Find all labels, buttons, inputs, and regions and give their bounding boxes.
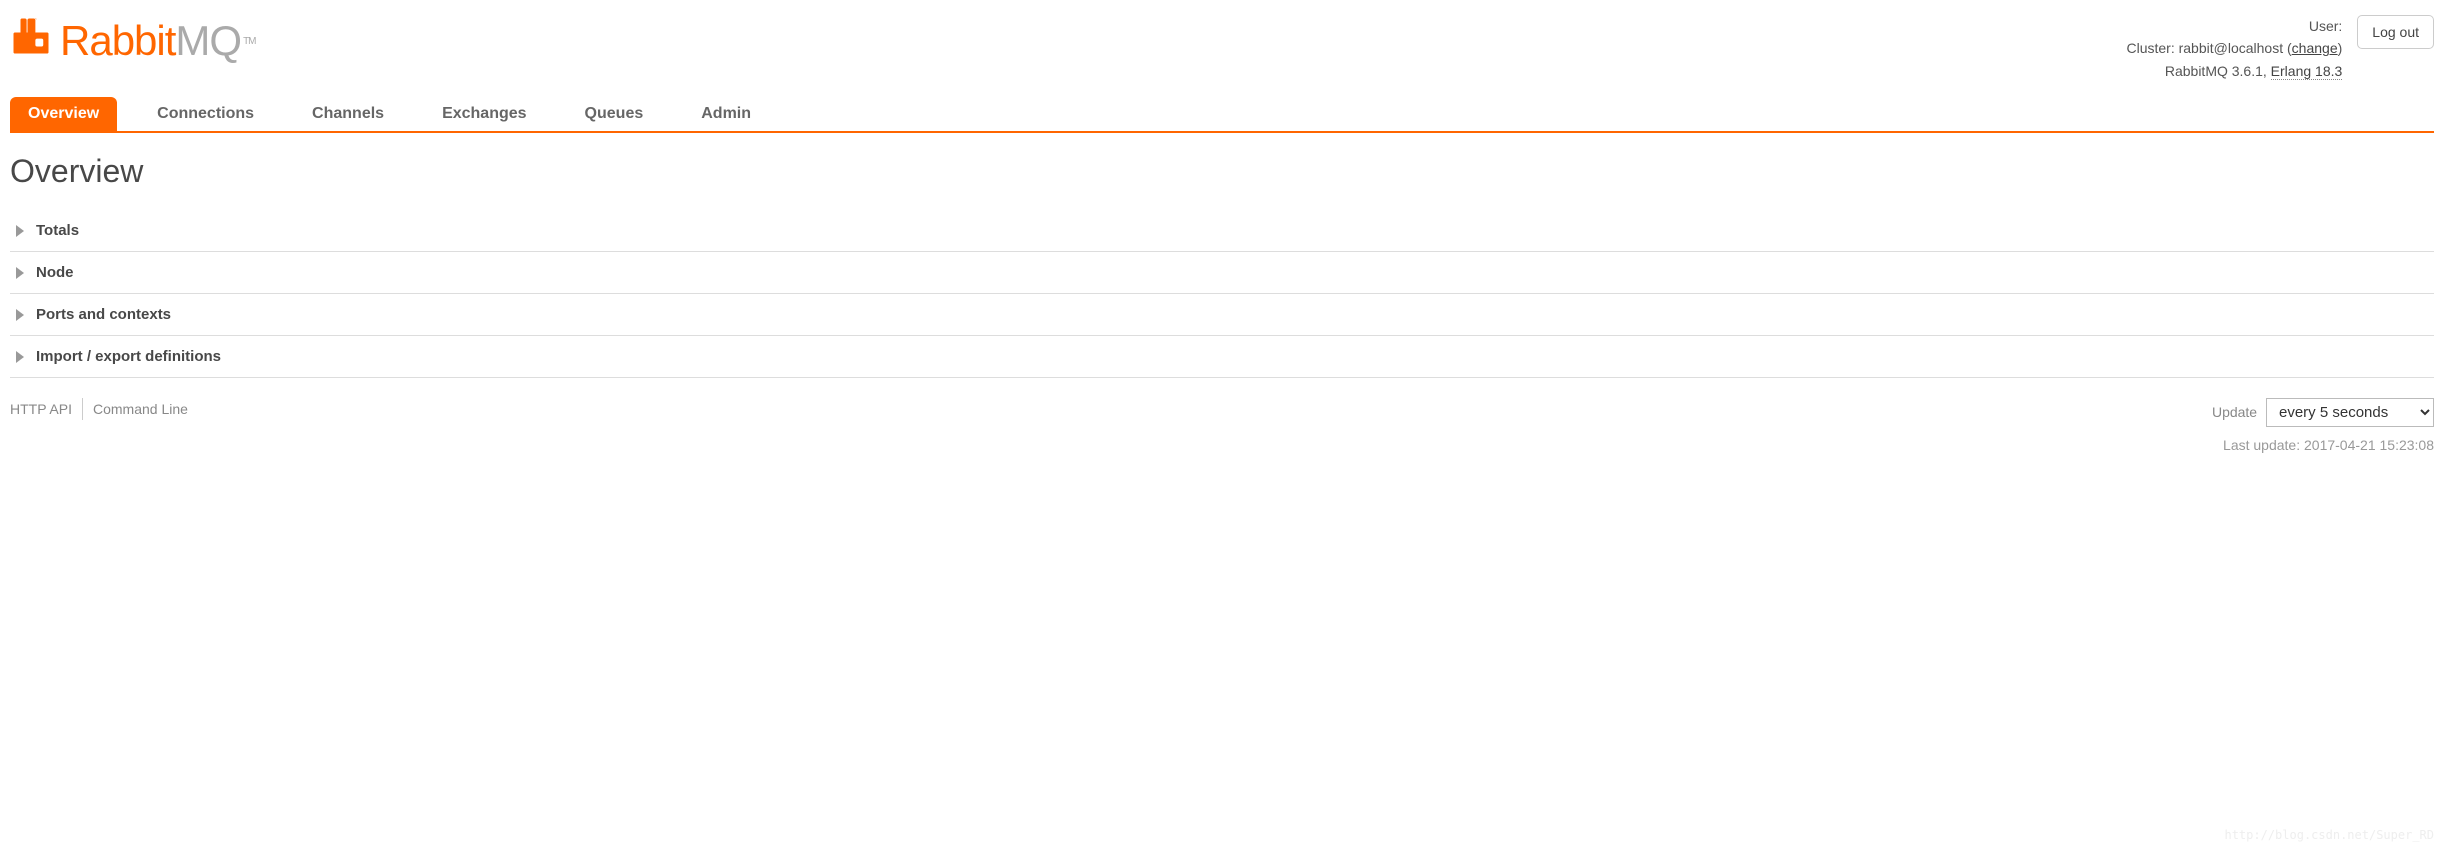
chevron-right-icon [16, 225, 24, 237]
tab-connections[interactable]: Connections [139, 97, 272, 131]
update-interval-select[interactable]: every 5 seconds [2266, 398, 2434, 427]
section-totals[interactable]: Totals [10, 222, 2434, 239]
user-label: User: [2309, 18, 2342, 34]
section-totals-label: Totals [36, 222, 79, 239]
logo-text-mq: MQ [175, 17, 241, 65]
last-update-value: 2017-04-21 15:23:08 [2304, 437, 2434, 453]
chevron-right-icon [16, 309, 24, 321]
version-product: RabbitMQ 3.6.1, [2165, 63, 2267, 79]
section-node[interactable]: Node [10, 264, 2434, 281]
tab-queues[interactable]: Queues [567, 97, 662, 131]
change-link[interactable]: change [2292, 40, 2338, 56]
tab-admin[interactable]: Admin [683, 97, 769, 131]
watermark: http://blog.csdn.net/Super_RD [2224, 828, 2434, 842]
erlang-version-link[interactable]: Erlang 18.3 [2271, 63, 2343, 80]
chevron-right-icon [16, 351, 24, 363]
chevron-right-icon [16, 267, 24, 279]
cluster-value: rabbit@localhost [2179, 40, 2284, 56]
tab-overview[interactable]: Overview [10, 97, 117, 131]
logo-tm: TM [243, 36, 255, 47]
section-node-label: Node [36, 264, 74, 281]
cluster-label: Cluster: [2126, 40, 2174, 56]
section-import-export-label: Import / export definitions [36, 348, 221, 365]
tab-exchanges[interactable]: Exchanges [424, 97, 544, 131]
logout-button[interactable]: Log out [2357, 15, 2434, 49]
rabbitmq-logo: RabbitMQTM [10, 15, 256, 67]
main-tabs: Overview Connections Channels Exchanges … [10, 97, 2434, 133]
section-ports-label: Ports and contexts [36, 306, 171, 323]
http-api-link[interactable]: HTTP API [10, 401, 72, 417]
tab-channels[interactable]: Channels [294, 97, 402, 131]
logo-text-rabbit: Rabbit [60, 17, 175, 65]
rabbitmq-icon [10, 15, 52, 67]
page-title: Overview [10, 153, 2434, 190]
footer-divider [82, 398, 83, 420]
section-import-export[interactable]: Import / export definitions [10, 348, 2434, 365]
update-label: Update [2212, 404, 2257, 420]
section-ports[interactable]: Ports and contexts [10, 306, 2434, 323]
command-line-link[interactable]: Command Line [93, 401, 188, 417]
last-update-label: Last update: [2223, 437, 2300, 453]
